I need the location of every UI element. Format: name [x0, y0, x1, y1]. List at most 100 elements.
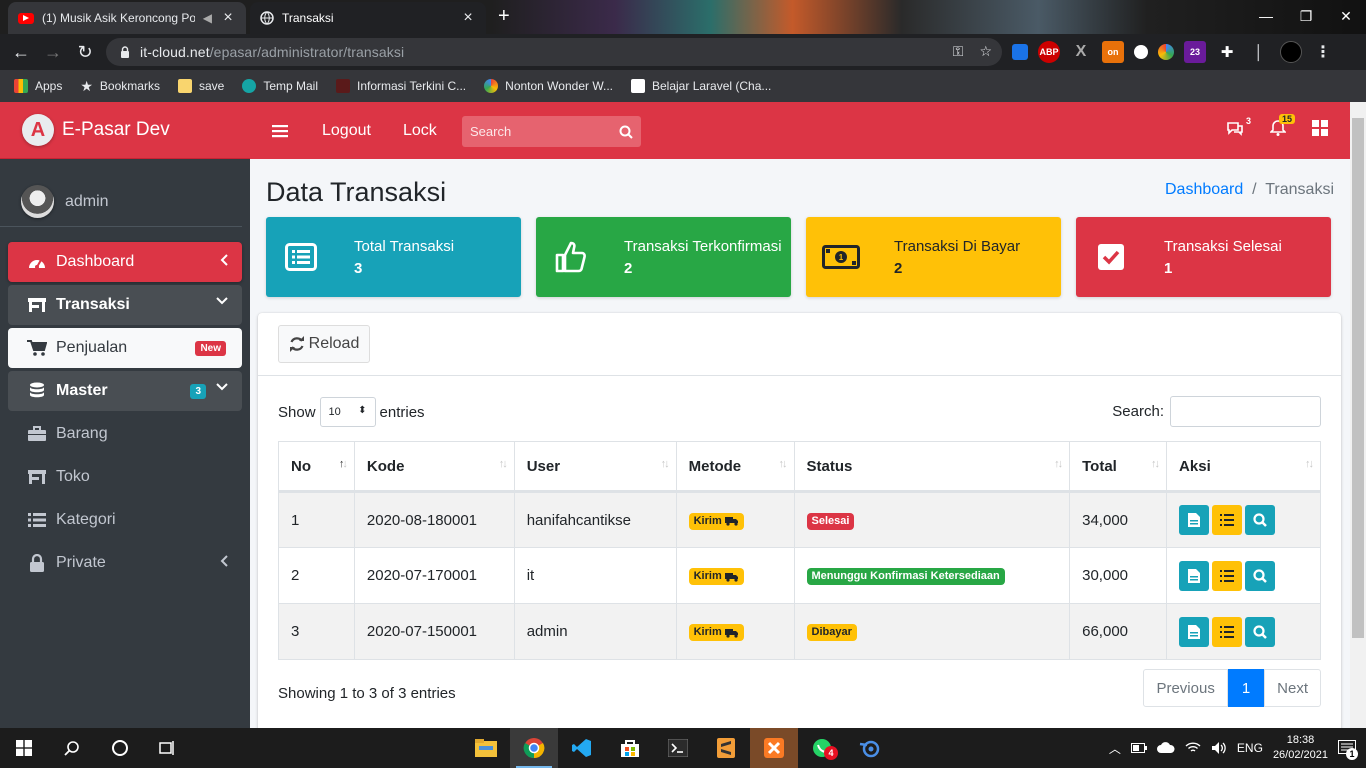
column-header-aksi[interactable]: Aksi ↑↓	[1166, 441, 1321, 493]
column-header-no[interactable]: No ↑↓	[278, 441, 355, 493]
sidebar-item-master[interactable]: Master 3	[8, 371, 242, 411]
notification-center-icon[interactable]: 1	[1338, 740, 1358, 760]
store-icon[interactable]	[606, 728, 654, 768]
star-icon[interactable]: ☆	[979, 43, 992, 60]
task-view-icon[interactable]	[144, 728, 192, 768]
detail-list-button[interactable]	[1212, 505, 1243, 535]
whatsapp-icon[interactable]: 4	[798, 728, 846, 768]
minimize-icon[interactable]: —	[1246, 0, 1286, 32]
messages-icon[interactable]: 3	[1226, 116, 1251, 136]
entries-select[interactable]: 10 ⬍	[319, 397, 376, 427]
bookmark-bookmarks[interactable]: ★ Bookmarks	[80, 78, 160, 95]
bookmark-temp-mail[interactable]: Temp Mail	[242, 79, 318, 93]
info-box-dibayar[interactable]: 1 Transaksi Di Bayar 2	[806, 217, 1061, 297]
close-tab-icon[interactable]: ×	[460, 9, 476, 27]
lock-link[interactable]: Lock	[403, 122, 437, 140]
puzzle-icon[interactable]: ✚	[1216, 41, 1238, 63]
sidebar-item-toko[interactable]: Toko	[8, 457, 242, 497]
navbar-search[interactable]: Search	[462, 116, 641, 147]
sublime-icon[interactable]	[702, 728, 750, 768]
color-ext-icon[interactable]	[1158, 44, 1174, 60]
shield-ext-icon[interactable]	[1012, 44, 1028, 60]
view-button[interactable]	[1245, 560, 1276, 591]
sidebar-item-barang[interactable]: Barang	[8, 414, 242, 454]
search-icon[interactable]	[48, 728, 96, 768]
volume-icon[interactable]	[1211, 741, 1227, 755]
clock-ext-icon[interactable]	[1134, 45, 1148, 59]
vscode-icon[interactable]	[558, 728, 606, 768]
detail-list-button[interactable]	[1212, 560, 1243, 591]
back-icon[interactable]: ←	[10, 41, 32, 63]
chrome-menu-icon[interactable]: ⋮	[1312, 41, 1334, 63]
column-header-status[interactable]: Status ↑↓	[793, 441, 1071, 493]
view-button[interactable]	[1245, 616, 1276, 647]
bookmark-nonton[interactable]: Nonton Wonder W...	[484, 79, 613, 93]
browser-tab-active[interactable]: Transaksi ×	[250, 2, 486, 34]
logout-link[interactable]: Logout	[322, 122, 371, 140]
page-1-button[interactable]: 1	[1227, 669, 1265, 707]
user-panel[interactable]: admin	[0, 159, 242, 227]
blender-icon[interactable]	[846, 728, 894, 768]
speaker-icon[interactable]: ◀	[203, 11, 212, 25]
bookmark-laravel[interactable]: Belajar Laravel (Cha...	[631, 79, 771, 93]
forward-icon[interactable]: →	[42, 41, 64, 63]
file-explorer-icon[interactable]	[462, 728, 510, 768]
battery-icon[interactable]	[1130, 743, 1147, 753]
breadcrumb-home[interactable]: Dashboard	[1165, 181, 1243, 198]
app-brand[interactable]: A E-Pasar Dev	[0, 102, 250, 159]
column-header-user[interactable]: User ↑↓	[513, 441, 677, 493]
table-search-input[interactable]	[1170, 396, 1321, 427]
chevron-up-icon[interactable]: ︿	[1109, 740, 1121, 757]
x-ext-icon[interactable]: X	[1070, 41, 1092, 63]
maximize-icon[interactable]: ❐	[1286, 0, 1326, 32]
sidebar-item-kategori[interactable]: Kategori	[8, 500, 242, 540]
column-header-metode[interactable]: Metode ↑↓	[675, 441, 795, 493]
column-header-kode[interactable]: Kode ↑↓	[353, 441, 515, 493]
scrollbar-thumb[interactable]	[1352, 118, 1364, 638]
close-window-icon[interactable]: ✕	[1326, 0, 1366, 32]
invoice-button[interactable]	[1179, 505, 1210, 535]
address-bar[interactable]: it-cloud.net/epasar/administrator/transa…	[106, 38, 1002, 66]
reload-page-icon[interactable]: ↻	[74, 41, 96, 63]
key-icon[interactable]: ⚿	[953, 43, 964, 60]
browser-tab[interactable]: (1) Musik Asik Keroncong Po ◀ ×	[8, 2, 246, 34]
reload-button[interactable]: Reload	[278, 325, 370, 363]
cloud-icon[interactable]	[1156, 742, 1175, 754]
menu-ext-icon[interactable]: │	[1248, 41, 1270, 63]
windows-start-icon[interactable]	[0, 728, 48, 768]
page-scrollbar[interactable]	[1350, 102, 1366, 728]
wifi-icon[interactable]	[1185, 742, 1201, 754]
abp-icon[interactable]: ABP	[1038, 41, 1060, 63]
info-box-selesai[interactable]: Transaksi Selesai 1	[1076, 217, 1331, 297]
bookmark-informasi[interactable]: Informasi Terkini C...	[336, 79, 466, 93]
sidebar-item-transaksi[interactable]: Transaksi	[8, 285, 242, 325]
xampp-icon[interactable]	[750, 728, 798, 768]
new-tab-icon[interactable]: +	[498, 6, 510, 26]
close-tab-icon[interactable]: ×	[220, 9, 236, 27]
clock[interactable]: 18:38 26/02/2021	[1273, 733, 1328, 763]
column-header-total[interactable]: Total ↑↓	[1069, 441, 1168, 493]
info-box-total[interactable]: Total Transaksi 3	[266, 217, 521, 297]
search-icon[interactable]	[611, 125, 641, 139]
bookmark-save[interactable]: save	[177, 79, 224, 93]
language-indicator[interactable]: ENG	[1237, 741, 1263, 755]
profile-icon[interactable]	[1280, 41, 1302, 63]
invoice-button[interactable]	[1179, 616, 1210, 647]
invoice-button[interactable]	[1179, 560, 1210, 591]
sidebar-item-private[interactable]: Private	[8, 543, 242, 583]
view-button[interactable]	[1245, 505, 1276, 535]
on-ext-icon[interactable]: on	[1102, 41, 1124, 63]
terminal-icon[interactable]	[654, 728, 702, 768]
next-page-button[interactable]: Next	[1264, 669, 1321, 707]
grid-icon[interactable]	[1312, 120, 1328, 136]
previous-page-button[interactable]: Previous	[1143, 669, 1228, 707]
count-ext-icon[interactable]: 23	[1184, 41, 1206, 63]
sidebar-item-penjualan[interactable]: Penjualan New	[8, 328, 242, 368]
bookmark-apps[interactable]: Apps	[14, 79, 62, 93]
info-box-terkonfirmasi[interactable]: Transaksi Terkonfirmasi 2	[536, 217, 791, 297]
hamburger-icon[interactable]	[272, 124, 290, 138]
bell-icon[interactable]: 15	[1270, 114, 1296, 136]
detail-list-button[interactable]	[1212, 616, 1243, 647]
sidebar-item-dashboard[interactable]: Dashboard	[8, 242, 242, 282]
cortana-icon[interactable]	[96, 728, 144, 768]
